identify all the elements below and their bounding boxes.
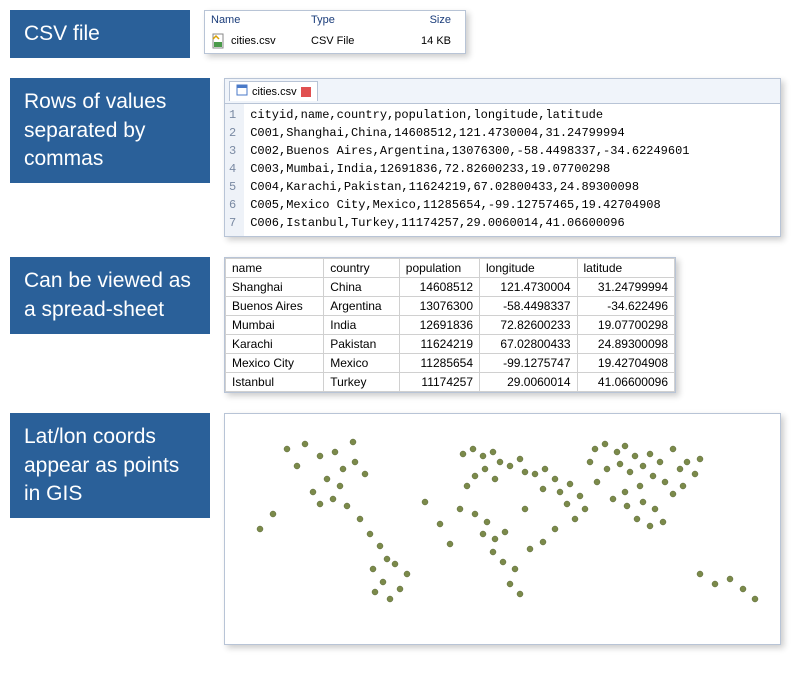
cell: Pakistan bbox=[324, 335, 400, 354]
cell: -58.4498337 bbox=[480, 297, 577, 316]
code-line: C004,Karachi,Pakistan,11624219,67.028004… bbox=[250, 178, 689, 196]
table-row[interactable]: MumbaiIndia1269183672.8260023319.0770029… bbox=[226, 316, 675, 335]
cell: Turkey bbox=[324, 373, 400, 392]
code-line: cityid,name,country,population,longitude… bbox=[250, 106, 689, 124]
col-header-size[interactable]: Size bbox=[391, 14, 451, 26]
editor-tab[interactable]: cities.csv bbox=[229, 81, 318, 101]
cell: 67.02800433 bbox=[480, 335, 577, 354]
spreadsheet-table[interactable]: name country population longitude latitu… bbox=[225, 258, 675, 392]
cell: 11174257 bbox=[399, 373, 479, 392]
col-header-type[interactable]: Type bbox=[311, 14, 391, 26]
cell: 19.42704908 bbox=[577, 354, 675, 373]
file-icon bbox=[236, 84, 248, 99]
cell: 72.82600233 bbox=[480, 316, 577, 335]
spreadsheet-panel: name country population longitude latitu… bbox=[224, 257, 676, 393]
cell: 14608512 bbox=[399, 278, 479, 297]
code-line: C005,Mexico City,Mexico,11285654,-99.127… bbox=[250, 196, 689, 214]
cell: 121.4730004 bbox=[480, 278, 577, 297]
header-country[interactable]: country bbox=[324, 259, 400, 278]
line-number-gutter: 1 2 3 4 5 6 7 bbox=[225, 104, 244, 236]
point-layer bbox=[257, 439, 758, 602]
cell: 24.89300098 bbox=[577, 335, 675, 354]
code-line: C006,Istanbul,Turkey,11174257,29.0060014… bbox=[250, 214, 689, 232]
cell: 19.07700298 bbox=[577, 316, 675, 335]
file-name: cities.csv bbox=[231, 35, 311, 47]
cell: 31.24799994 bbox=[577, 278, 675, 297]
file-size: 14 KB bbox=[391, 35, 451, 47]
line-num: 3 bbox=[229, 142, 236, 160]
code-line: C001,Shanghai,China,14608512,121.4730004… bbox=[250, 124, 689, 142]
label-csv-file: CSV file bbox=[10, 10, 190, 58]
editor-tabbar: cities.csv bbox=[225, 79, 780, 104]
cell: China bbox=[324, 278, 400, 297]
table-row[interactable]: Buenos AiresArgentina13076300-58.4498337… bbox=[226, 297, 675, 316]
cell: Argentina bbox=[324, 297, 400, 316]
table-row[interactable]: Mexico CityMexico11285654-99.127574719.4… bbox=[226, 354, 675, 373]
table-header-row: name country population longitude latitu… bbox=[226, 259, 675, 278]
file-explorer-panel: Name Type Size cities.csv CSV File 14 KB bbox=[204, 10, 466, 54]
code-line: C002,Buenos Aires,Argentina,13076300,-58… bbox=[250, 142, 689, 160]
line-num: 5 bbox=[229, 178, 236, 196]
header-longitude[interactable]: longitude bbox=[480, 259, 577, 278]
label-rows: Rows of values separated by commas bbox=[10, 78, 210, 183]
line-num: 2 bbox=[229, 124, 236, 142]
csv-file-icon bbox=[211, 33, 227, 49]
code-line: C003,Mumbai,India,12691836,72.82600233,1… bbox=[250, 160, 689, 178]
cell: 13076300 bbox=[399, 297, 479, 316]
cell: India bbox=[324, 316, 400, 335]
cell: Buenos Aires bbox=[226, 297, 324, 316]
cell: -99.1275747 bbox=[480, 354, 577, 373]
line-num: 6 bbox=[229, 196, 236, 214]
cell: Shanghai bbox=[226, 278, 324, 297]
header-name[interactable]: name bbox=[226, 259, 324, 278]
gis-map-panel[interactable] bbox=[224, 413, 781, 645]
text-editor-panel: cities.csv 1 2 3 4 5 6 7 cityid,name,cou… bbox=[224, 78, 781, 237]
cell: 29.0060014 bbox=[480, 373, 577, 392]
cell: Mexico bbox=[324, 354, 400, 373]
file-type: CSV File bbox=[311, 35, 391, 47]
line-num: 1 bbox=[229, 106, 236, 124]
label-spreadsheet: Can be viewed as a spread-sheet bbox=[10, 257, 210, 334]
line-num: 4 bbox=[229, 160, 236, 178]
cell: 41.06600096 bbox=[577, 373, 675, 392]
close-icon[interactable] bbox=[301, 87, 311, 97]
cell: Istanbul bbox=[226, 373, 324, 392]
cell: 11285654 bbox=[399, 354, 479, 373]
table-row[interactable]: KarachiPakistan1162421967.0280043324.893… bbox=[226, 335, 675, 354]
table-row[interactable]: IstanbulTurkey1117425729.006001441.06600… bbox=[226, 373, 675, 392]
col-header-name[interactable]: Name bbox=[211, 14, 311, 26]
tab-title: cities.csv bbox=[252, 86, 297, 98]
cell: -34.622496 bbox=[577, 297, 675, 316]
cell: 12691836 bbox=[399, 316, 479, 335]
label-gis: Lat/lon coords appear as points in GIS bbox=[10, 413, 210, 518]
cell: Karachi bbox=[226, 335, 324, 354]
table-row[interactable]: ShanghaiChina14608512121.473000431.24799… bbox=[226, 278, 675, 297]
cell: Mexico City bbox=[226, 354, 324, 373]
header-population[interactable]: population bbox=[399, 259, 479, 278]
line-num: 7 bbox=[229, 214, 236, 232]
cell: 11624219 bbox=[399, 335, 479, 354]
header-latitude[interactable]: latitude bbox=[577, 259, 675, 278]
code-area[interactable]: cityid,name,country,population,longitude… bbox=[244, 104, 695, 236]
map-svg bbox=[225, 414, 780, 644]
cell: Mumbai bbox=[226, 316, 324, 335]
file-row[interactable]: cities.csv CSV File 14 KB bbox=[205, 29, 465, 53]
